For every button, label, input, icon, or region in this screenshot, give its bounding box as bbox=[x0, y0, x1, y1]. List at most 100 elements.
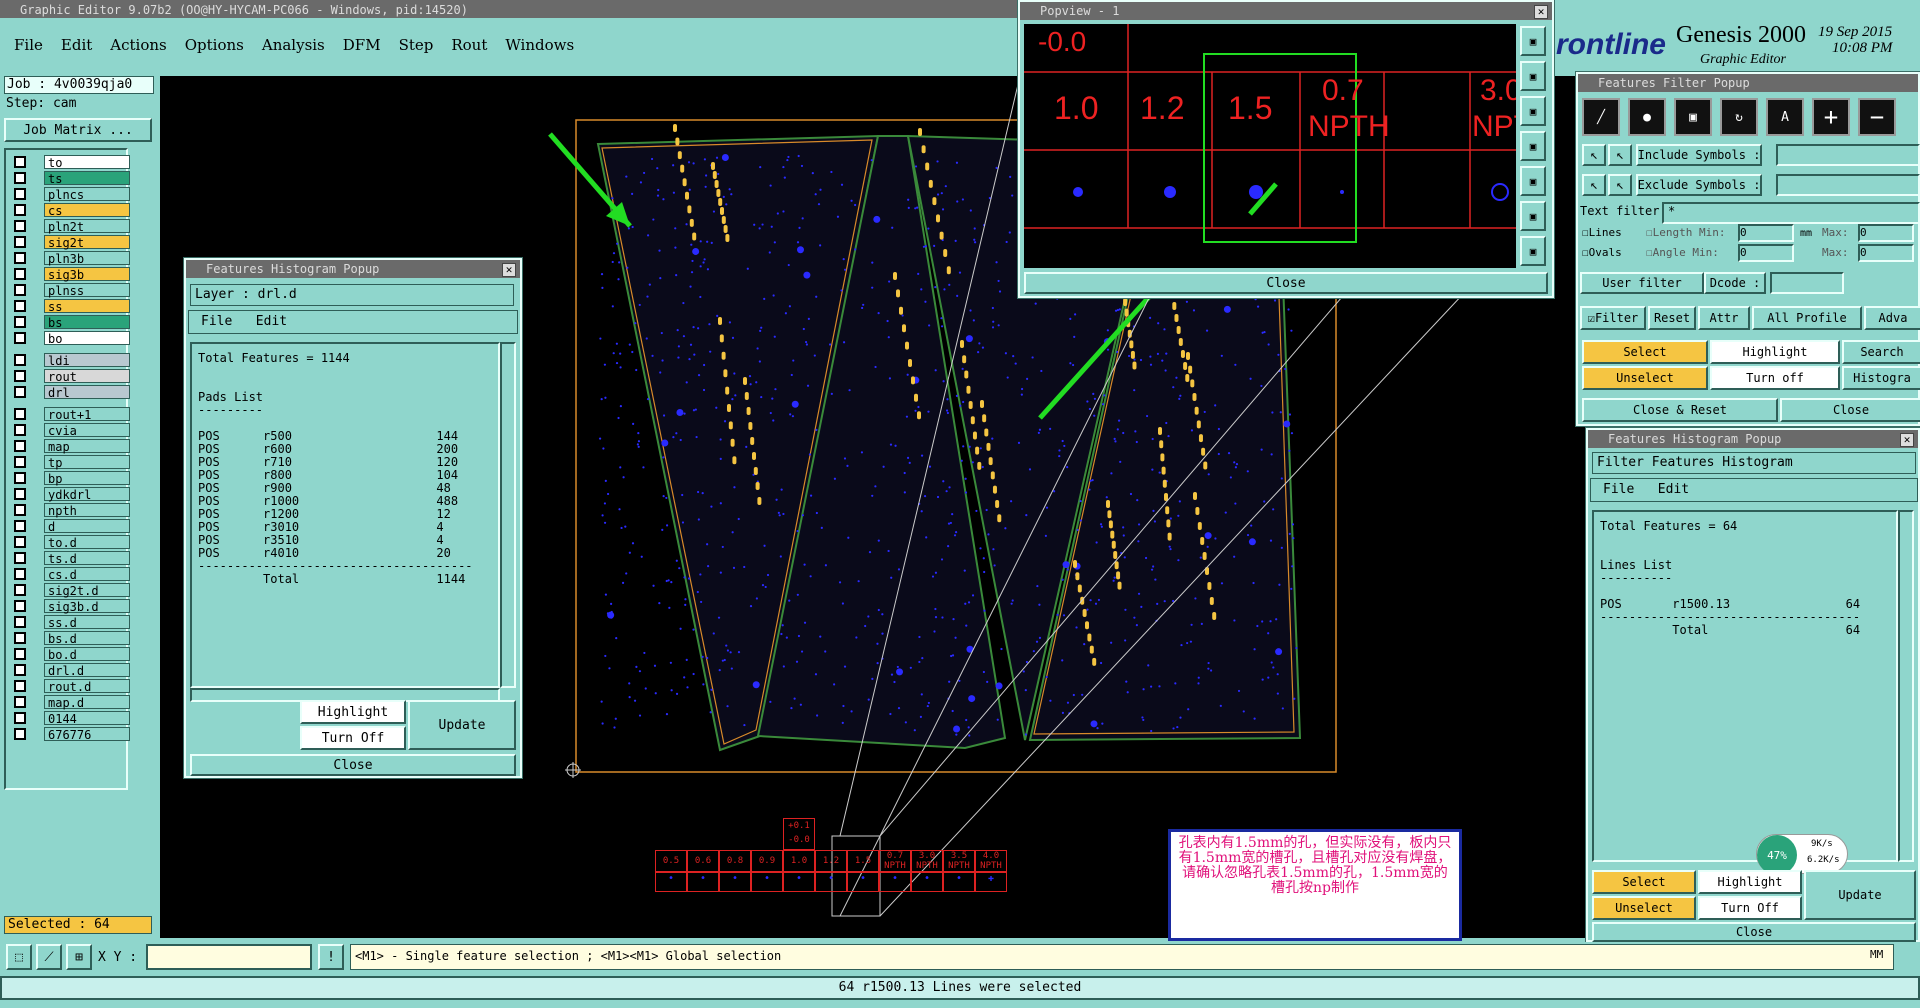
layer-name[interactable]: map.d bbox=[44, 694, 130, 710]
lines-checkbox[interactable]: ☐Lines bbox=[1582, 226, 1622, 239]
layer-name[interactable]: pln2t bbox=[44, 218, 130, 234]
layer-name[interactable]: plnss bbox=[44, 282, 130, 298]
menu-edit[interactable]: Edit bbox=[61, 36, 92, 58]
zoom-in-icon[interactable]: ▣ bbox=[1520, 61, 1546, 91]
layer-checkbox[interactable] bbox=[14, 315, 26, 328]
layer-checkbox[interactable] bbox=[14, 583, 26, 596]
menu-analysis[interactable]: Analysis bbox=[262, 36, 325, 58]
menu-dfm[interactable]: DFM bbox=[343, 36, 381, 58]
layer-row-cvia[interactable]: cvia bbox=[10, 422, 130, 438]
attr-button[interactable]: Attr bbox=[1698, 306, 1750, 330]
layer-name[interactable]: to.d bbox=[44, 534, 130, 550]
layer-name[interactable]: sig2t bbox=[44, 234, 130, 250]
layer-name[interactable]: map bbox=[44, 438, 130, 454]
layer-row-drl.d[interactable]: drl.d bbox=[10, 662, 130, 678]
layer-name[interactable]: npth bbox=[44, 502, 130, 518]
user-filter-button[interactable]: User filter bbox=[1580, 272, 1704, 294]
angle-checkbox[interactable]: ☐Angle Min: bbox=[1646, 246, 1719, 259]
exclude-symbols-label[interactable]: Exclude Symbols : bbox=[1636, 174, 1762, 196]
close-button[interactable]: Close bbox=[1592, 922, 1916, 942]
close-button[interactable]: Close bbox=[190, 754, 516, 776]
length-checkbox[interactable]: ☐Length Min: bbox=[1646, 226, 1726, 239]
layer-checkbox[interactable] bbox=[14, 471, 26, 484]
layer-checkbox[interactable] bbox=[14, 455, 26, 468]
unselect-button[interactable]: Unselect bbox=[1582, 366, 1708, 390]
layer-row-ldi[interactable]: ldi bbox=[10, 352, 130, 368]
pad-tool-icon[interactable]: ● bbox=[1628, 98, 1666, 136]
menu-windows[interactable]: Windows bbox=[505, 36, 574, 58]
layer-checkbox[interactable] bbox=[14, 535, 26, 548]
include-picker2-icon[interactable]: ↖ bbox=[1608, 144, 1632, 166]
layer-checkbox[interactable] bbox=[14, 567, 26, 580]
layer-row-to[interactable]: to bbox=[10, 154, 130, 170]
layer-row-plncs[interactable]: plncs bbox=[10, 186, 130, 202]
length-max-input[interactable]: 0 bbox=[1858, 224, 1914, 242]
select-button[interactable]: Select bbox=[1592, 870, 1696, 894]
layer-checkbox[interactable] bbox=[14, 663, 26, 676]
layer-name[interactable]: rout+1 bbox=[44, 406, 130, 422]
layer-name[interactable]: sig3b.d bbox=[44, 598, 130, 614]
layer-checkbox[interactable] bbox=[14, 631, 26, 644]
all-profile-dropdown[interactable]: All Profile bbox=[1752, 306, 1862, 330]
layer-row-tp[interactable]: tp bbox=[10, 454, 130, 470]
ovals-checkbox[interactable]: ☐Ovals bbox=[1582, 246, 1622, 259]
layer-row-cs.d[interactable]: cs.d bbox=[10, 566, 130, 582]
layer-row-676776[interactable]: 676776 bbox=[10, 726, 130, 742]
copy-icon[interactable]: ▣ bbox=[1520, 236, 1546, 266]
layer-checkbox[interactable] bbox=[14, 407, 26, 420]
popview-close-button[interactable]: Close bbox=[1024, 272, 1548, 294]
layer-row-bs.d[interactable]: bs.d bbox=[10, 630, 130, 646]
tool-select-icon[interactable]: ⬚ bbox=[6, 944, 32, 970]
layer-name[interactable]: rout.d bbox=[44, 678, 130, 694]
layer-row-bo[interactable]: bo bbox=[10, 330, 130, 346]
layer-name[interactable]: tp bbox=[44, 454, 130, 470]
turn-off-button[interactable]: Turn off bbox=[1710, 366, 1840, 390]
zoom-out-icon[interactable]: ▣ bbox=[1520, 96, 1546, 126]
include-symbols-input[interactable] bbox=[1776, 144, 1920, 166]
layer-row-ss.d[interactable]: ss.d bbox=[10, 614, 130, 630]
layer-row-ss[interactable]: ss bbox=[10, 298, 130, 314]
pan-icon[interactable]: ▣ bbox=[1520, 131, 1546, 161]
layer-checkbox[interactable] bbox=[14, 385, 26, 398]
layer-checkbox[interactable] bbox=[14, 727, 26, 740]
layer-row-bo.d[interactable]: bo.d bbox=[10, 646, 130, 662]
tool-measure-icon[interactable]: ⟋ bbox=[36, 944, 62, 970]
layer-name[interactable]: ydkdrl bbox=[44, 486, 130, 502]
positive-tool-icon[interactable]: + bbox=[1812, 98, 1850, 136]
layer-row-map[interactable]: map bbox=[10, 438, 130, 454]
zoom-fit-icon[interactable]: ▣ bbox=[1520, 26, 1546, 56]
layer-name[interactable]: sig2t.d bbox=[44, 582, 130, 598]
update-button[interactable]: Update bbox=[1804, 870, 1916, 920]
highlight-button[interactable]: Highlight bbox=[1698, 870, 1802, 894]
layer-row-sig2t[interactable]: sig2t bbox=[10, 234, 130, 250]
histogram-button[interactable]: Histogra bbox=[1842, 366, 1920, 390]
close-icon[interactable]: ✕ bbox=[1900, 433, 1914, 447]
dcode-label[interactable]: Dcode : bbox=[1704, 272, 1766, 294]
layer-name[interactable]: cvia bbox=[44, 422, 130, 438]
menu-step[interactable]: Step bbox=[399, 36, 434, 58]
reset-button[interactable]: Reset bbox=[1648, 306, 1696, 330]
layer-row-to.d[interactable]: to.d bbox=[10, 534, 130, 550]
layer-row-sig2t.d[interactable]: sig2t.d bbox=[10, 582, 130, 598]
layer-name[interactable]: ss.d bbox=[44, 614, 130, 630]
layer-checkbox[interactable] bbox=[14, 369, 26, 382]
layer-checkbox[interactable] bbox=[14, 599, 26, 612]
menu-options[interactable]: Options bbox=[185, 36, 244, 58]
unselect-button[interactable]: Unselect bbox=[1592, 896, 1696, 920]
layer-row-ts[interactable]: ts bbox=[10, 170, 130, 186]
layer-name[interactable]: cs bbox=[44, 202, 130, 218]
info-icon[interactable]: ! bbox=[318, 944, 344, 970]
menu-file[interactable]: File bbox=[1603, 482, 1634, 497]
layer-name[interactable]: cs.d bbox=[44, 566, 130, 582]
layer-checkbox[interactable] bbox=[14, 299, 26, 312]
exclude-picker2-icon[interactable]: ↖ bbox=[1608, 174, 1632, 196]
vertical-scrollbar[interactable] bbox=[500, 342, 516, 688]
negative-tool-icon[interactable]: − bbox=[1858, 98, 1896, 136]
xy-input[interactable] bbox=[146, 944, 312, 970]
layer-row-plnss[interactable]: plnss bbox=[10, 282, 130, 298]
text-filter-input[interactable]: * bbox=[1662, 202, 1920, 224]
text-tool-icon[interactable]: A bbox=[1766, 98, 1804, 136]
layer-checkbox[interactable] bbox=[14, 171, 26, 184]
highlight-button[interactable]: Highlight bbox=[1710, 340, 1840, 364]
layer-row-0144[interactable]: 0144 bbox=[10, 710, 130, 726]
